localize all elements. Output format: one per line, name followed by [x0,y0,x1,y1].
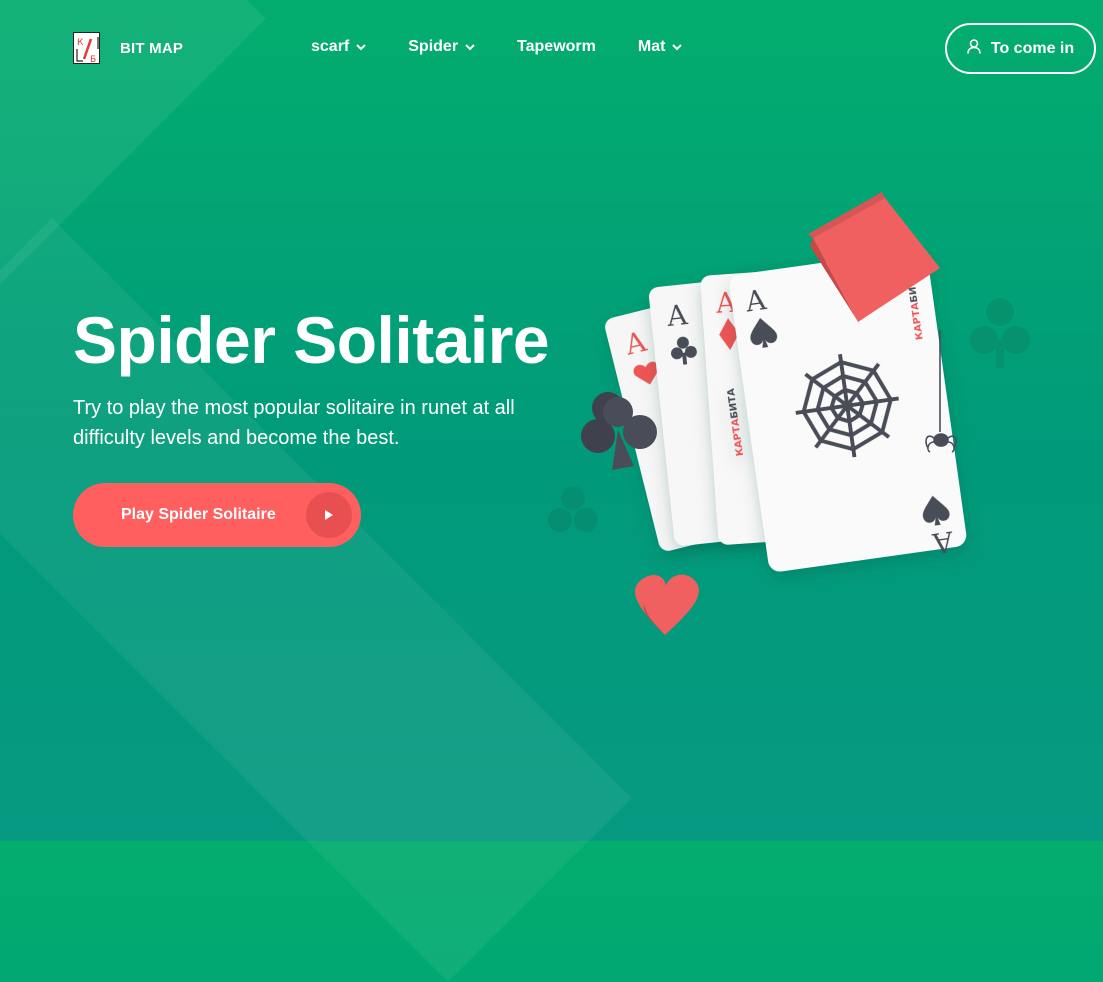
chevron-down-icon [672,43,683,51]
main-nav: scarf Spider Tapeworm Mat [311,38,724,56]
nav-item-spider[interactable]: Spider [408,38,475,56]
logo-letter-top: К [77,38,84,48]
nav-item-label: Tapeworm [517,38,596,55]
faded-club-icon [548,486,598,532]
brand-name: BIT MAP [120,39,184,57]
nav-item-label: scarf [311,38,350,55]
site-header: К Б BIT MAP scarf Spider Tapeworm Mat To… [0,0,1103,96]
nav-item-label: Spider [408,38,459,55]
chevron-down-icon [465,43,475,51]
faded-club-icon [970,298,1030,368]
play-button-label: Play Spider Solitaire [121,506,276,523]
card-rank: A [664,298,689,333]
brand-logo-link[interactable]: К Б BIT MAP [73,32,184,65]
play-spider-solitaire-button[interactable]: Play Spider Solitaire [73,483,361,547]
nav-item-label: Mat [637,38,666,55]
nav-item-scarf[interactable]: scarf [311,38,366,56]
nav-item-tapeworm[interactable]: Tapeworm [517,38,596,56]
heart-icon [634,574,699,635]
hero-description: Try to play the most popular solitaire i… [73,397,515,449]
login-button[interactable]: To come in [945,23,1096,74]
user-icon [967,38,981,59]
login-label: To come in [990,39,1075,57]
card-rank-bottom: A [930,524,956,560]
play-icon [306,492,352,538]
logo-letter-bottom: Б [90,55,96,65]
hero-title: Spider Solitaire [73,303,550,377]
logo-icon: К Б [73,32,100,65]
chevron-down-icon [356,43,366,51]
nav-item-mat[interactable]: Mat [638,38,683,56]
cards-illustration: A A A A КАРТАБИТА КАРТАБИТА A [548,192,1030,635]
